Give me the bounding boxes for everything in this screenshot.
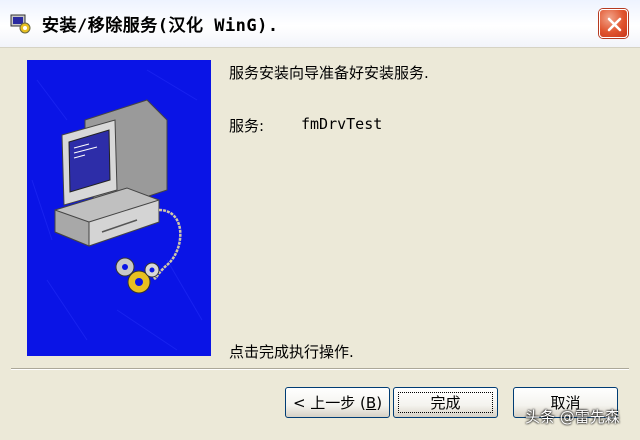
- back-button[interactable]: < 上一步 (B): [285, 387, 390, 418]
- back-button-accelerator: B: [365, 393, 377, 412]
- back-button-label-suffix: ): [376, 393, 383, 412]
- wizard-illustration: [27, 60, 211, 356]
- service-label: 服务:: [229, 117, 265, 135]
- wizard-intro-text: 服务安装向导准备好安装服务.: [229, 64, 429, 82]
- button-divider: [11, 368, 629, 370]
- service-name-value: fmDrvTest: [301, 115, 383, 133]
- watermark-text: 头条 @雷先森: [525, 408, 620, 426]
- finish-instruction-text: 点击完成执行操作.: [229, 343, 354, 361]
- gears-installer-icon: [10, 14, 31, 34]
- computer-gears-illustration: [31, 69, 203, 351]
- back-button-label: < 上一步 (: [292, 394, 366, 412]
- title-bar: 安装/移除服务(汉化 WinG).: [0, 0, 640, 48]
- close-x-icon: [607, 17, 622, 32]
- focus-rectangle: [398, 392, 493, 413]
- close-button[interactable]: [599, 9, 628, 38]
- finish-button[interactable]: 完成: [393, 387, 498, 418]
- window-title: 安装/移除服务(汉化 WinG).: [42, 16, 279, 36]
